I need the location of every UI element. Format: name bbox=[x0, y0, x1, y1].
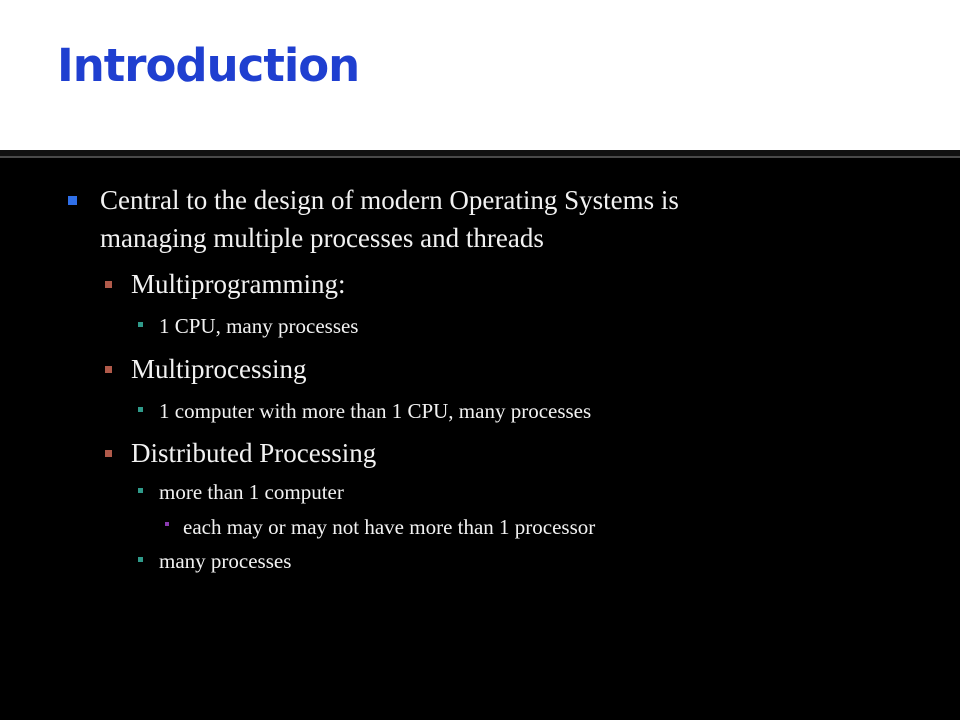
bullet-text-level4: each may or may not have more than 1 pro… bbox=[183, 515, 596, 539]
bullet-square-icon bbox=[138, 407, 143, 412]
bullet-text-level2: Distributed Processing bbox=[131, 438, 377, 468]
bullet-text-level3: many processes bbox=[159, 549, 292, 573]
bullet-square-icon bbox=[138, 557, 143, 562]
bullet-text-level2: Multiprogramming: bbox=[131, 269, 346, 299]
bullet-text-level3: more than 1 computer bbox=[159, 480, 344, 504]
bullet-text-line: Central to the design of modern Operatin… bbox=[100, 185, 679, 215]
bullet-square-icon bbox=[138, 322, 143, 327]
bullet-square-icon bbox=[68, 196, 77, 205]
bullet-square-icon bbox=[105, 281, 112, 288]
bullet-square-icon bbox=[165, 522, 169, 526]
bullet-square-icon bbox=[138, 488, 143, 493]
bullet-text-level2: Multiprocessing bbox=[131, 354, 307, 384]
bullet-text-level1: Central to the design of modern Operatin… bbox=[100, 181, 679, 257]
bullet-text-level3: 1 CPU, many processes bbox=[159, 314, 359, 338]
bullet-square-icon bbox=[105, 366, 112, 373]
bullet-square-icon bbox=[105, 450, 112, 457]
slide-body: Central to the design of modern Operatin… bbox=[0, 0, 960, 720]
bullet-text-level3: 1 computer with more than 1 CPU, many pr… bbox=[159, 399, 592, 423]
bullet-text-line: managing multiple processes and threads bbox=[100, 223, 544, 253]
